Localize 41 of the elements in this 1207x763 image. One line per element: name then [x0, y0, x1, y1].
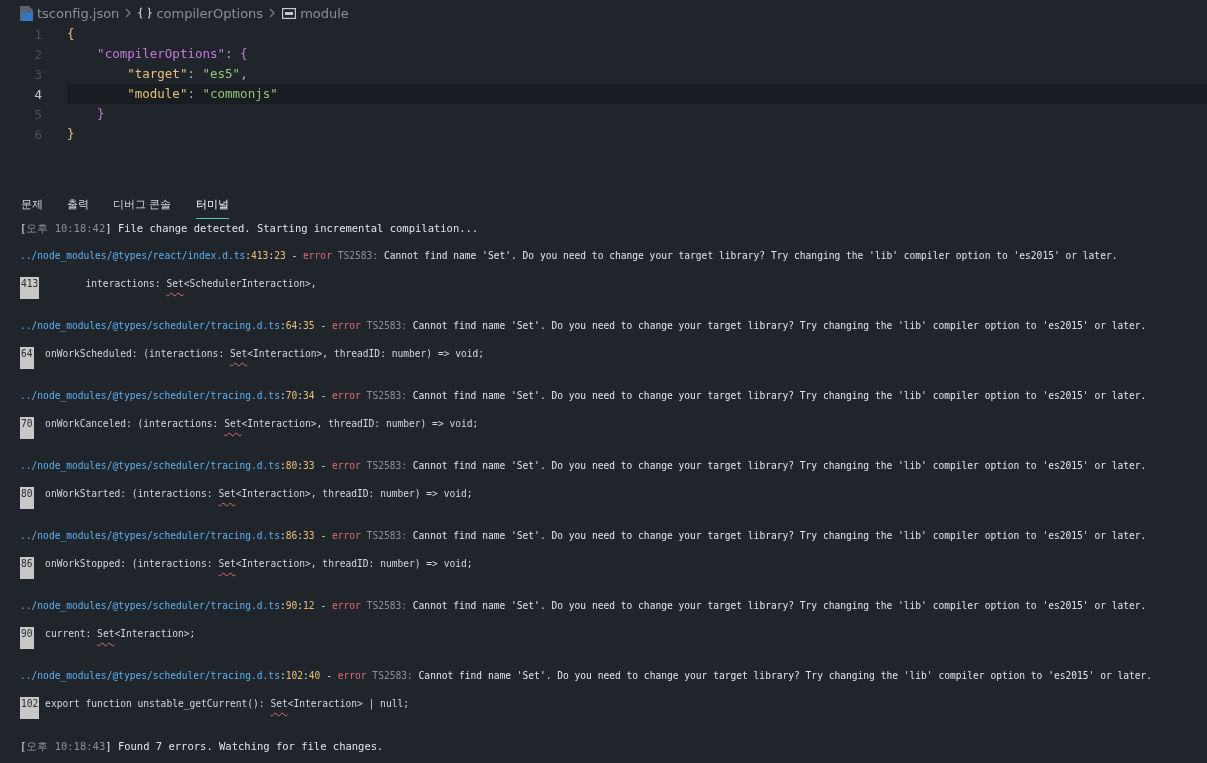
file-icon	[20, 5, 33, 21]
source-line: interactions: Set<SchedulerInteraction>,	[84, 277, 317, 291]
chevron-icon	[269, 8, 277, 18]
braces-icon	[138, 7, 153, 19]
text-icon	[282, 7, 297, 19]
line-number: 102	[20, 697, 40, 719]
terminal-line: [오후 10:18:43] Found 7 errors. Watching for file changes.	[20, 739, 385, 754]
error-message: ../node_modules/@types/scheduler/tracing.d.ts:64:35 - error TS2583: Cannot find name 'Set'. Do you need to change your target library? Try changing the 'lib' compiler option to 'es2015' or later.	[20, 319, 1148, 334]
panel-tab[interactable]: 터미널	[195, 196, 229, 219]
error-message: ../node_modules/@types/scheduler/tracing.d.ts:86:33 - error TS2583: Cannot find name 'Set'. Do you need to change your target library? Try changing the 'lib' compiler option to 'es2015' or later.	[20, 529, 1148, 544]
source-line: onWorkScheduled: (interactions: Set<Interaction>, threadID: number) => void;	[44, 347, 485, 361]
line-number: 4	[33, 86, 43, 102]
error-message: ../node_modules/@types/scheduler/tracing.d.ts:102:40 - error TS2583: Cannot find name 'Set'. Do you need to change your target library? Try changing the 'lib' compiler option to 'es2015' or later.	[20, 669, 1154, 684]
code-line: }	[67, 125, 76, 143]
line-number: 413	[20, 277, 40, 299]
line-number: 90	[20, 627, 34, 649]
chevron-icon	[125, 8, 133, 18]
terminal-line: [오후 10:18:42] File change detected. Starting incremental compilation...	[20, 221, 480, 236]
source-line: current: Set<Interaction>;	[44, 627, 196, 641]
line-number: 70	[20, 417, 34, 439]
source-line: export function unstable_getCurrent(): Set<Interaction> | null;	[44, 697, 409, 711]
breadcrumb-item[interactable]: module	[300, 5, 349, 21]
breadcrumb-item[interactable]: tsconfig.json	[37, 5, 120, 21]
breadcrumb-item[interactable]: compilerOptions	[156, 5, 264, 21]
code-line: {	[67, 25, 76, 43]
code-line: }	[96, 105, 106, 123]
code-line: "target": "es5",	[126, 65, 249, 83]
source-line: onWorkStopped: (interactions: Set<Interaction>, threadID: number) => void;	[44, 557, 473, 571]
panel-tab[interactable]: 출력	[67, 196, 89, 219]
error-message: ../node_modules/@types/scheduler/tracing.d.ts:90:12 - error TS2583: Cannot find name 'Set'. Do you need to change your target library? Try changing the 'lib' compiler option to 'es2015' or later.	[20, 599, 1148, 614]
panel-tab[interactable]: 문제	[21, 196, 43, 219]
line-number: 80	[20, 487, 34, 509]
panel-tab[interactable]: 디버그 콘솔	[113, 196, 172, 219]
error-message: ../node_modules/@types/react/index.d.ts:413:23 - error TS2583: Cannot find name 'Set'. Do you need to change your target library? Try changing the 'lib' compiler option to 'es2015' or later.	[20, 249, 1119, 264]
source-line: onWorkCanceled: (interactions: Set<Interaction>, threadID: number) => void;	[44, 417, 479, 431]
source-line: onWorkStarted: (interactions: Set<Interaction>, threadID: number) => void;	[44, 487, 473, 501]
line-number: 86	[20, 557, 34, 579]
error-message: ../node_modules/@types/scheduler/tracing.d.ts:70:34 - error TS2583: Cannot find name 'Set'. Do you need to change your target library? Try changing the 'lib' compiler option to 'es2015' or later.	[20, 389, 1148, 404]
code-line: "compilerOptions": {	[96, 45, 249, 63]
error-message: ../node_modules/@types/scheduler/tracing.d.ts:80:33 - error TS2583: Cannot find name 'Set'. Do you need to change your target library? Try changing the 'lib' compiler option to 'es2015' or later.	[20, 459, 1148, 474]
line-number: 64	[20, 347, 34, 369]
